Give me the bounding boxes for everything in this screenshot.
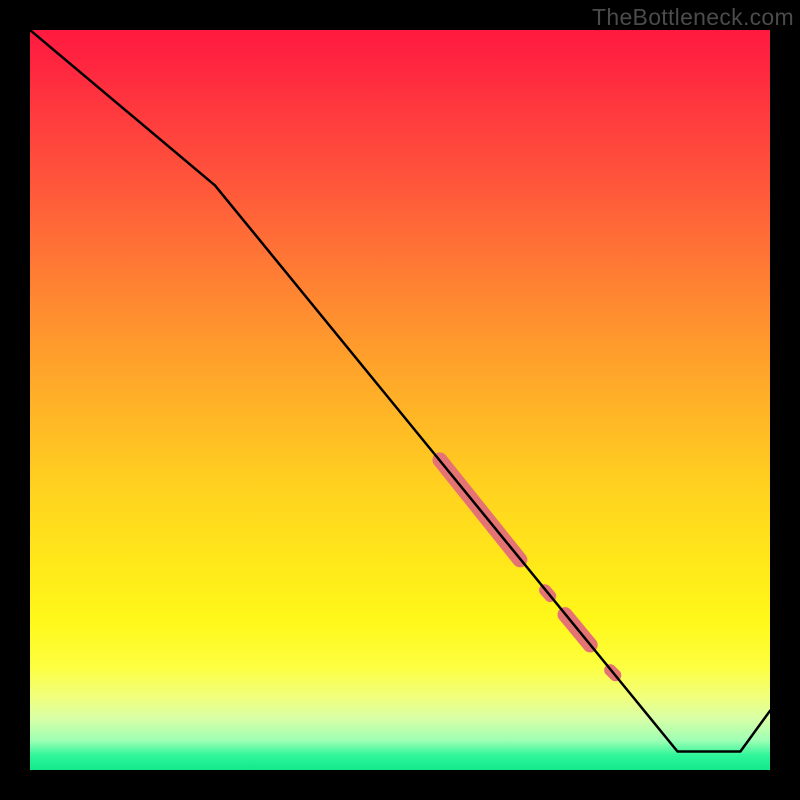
plot-area [30,30,770,770]
bottleneck-curve [30,30,770,752]
chart-stage: TheBottleneck.com [0,0,800,800]
watermark-label: TheBottleneck.com [592,4,794,31]
chart-svg [30,30,770,770]
curve-layer [30,30,770,752]
